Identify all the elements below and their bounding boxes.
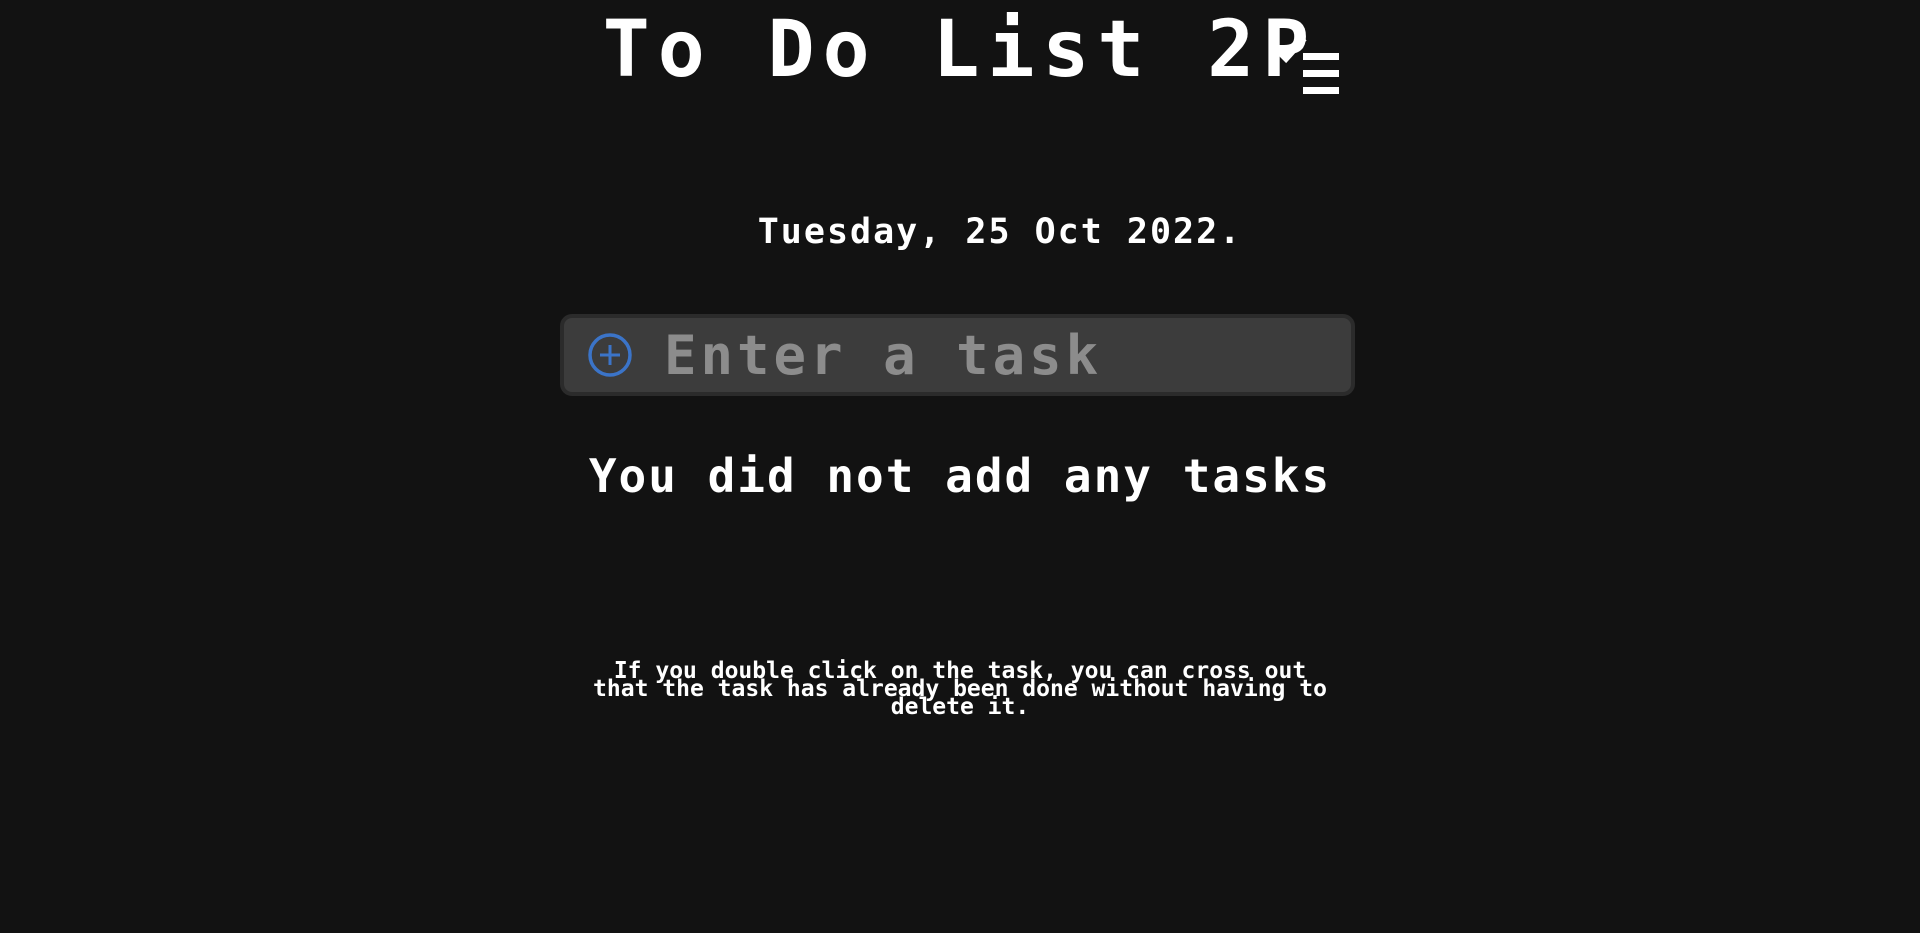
current-date: Tuesday, 25 Oct 2022. xyxy=(757,212,1243,252)
app-header: To Do List 2P xyxy=(560,5,1360,95)
task-input[interactable] xyxy=(664,323,1304,387)
plus-circle-icon[interactable] xyxy=(586,331,634,379)
todo-app: To Do List 2P Tuesday, 25 Oct 2022. You … xyxy=(0,0,1920,933)
double-click-hint: If you double click on the task, you can… xyxy=(593,658,1327,720)
task-entry xyxy=(560,314,1355,396)
empty-tasks-message: You did not add any tasks xyxy=(588,449,1332,503)
checklist-icon xyxy=(1275,35,1339,94)
page-title: To Do List 2P xyxy=(602,5,1318,95)
